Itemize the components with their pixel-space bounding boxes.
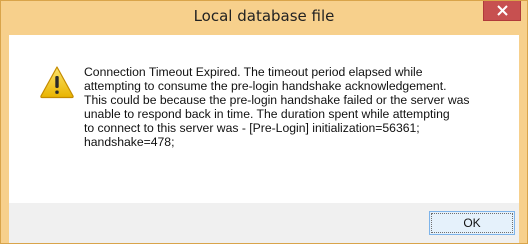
- title-bar[interactable]: Local database file: [1, 1, 527, 35]
- window-title: Local database file: [193, 7, 335, 25]
- close-button[interactable]: [483, 1, 521, 21]
- dialog-content: Connection Timeout Expired. The timeout …: [9, 35, 519, 203]
- dialog-window: Local database file Connection Timeout E…: [0, 0, 528, 244]
- error-message: Connection Timeout Expired. The timeout …: [84, 65, 470, 149]
- warning-icon: [40, 66, 74, 99]
- close-icon: [497, 5, 508, 16]
- ok-button-label: OK: [463, 216, 481, 230]
- button-bar: OK: [9, 203, 519, 243]
- ok-button[interactable]: OK: [429, 211, 515, 235]
